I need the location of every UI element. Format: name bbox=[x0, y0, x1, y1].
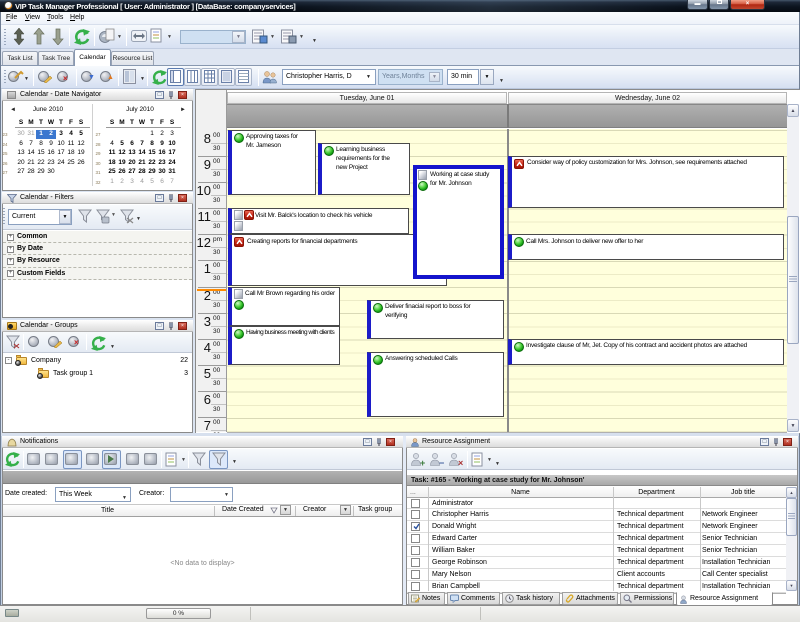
svg-text:+: + bbox=[420, 458, 425, 467]
svg-text:−: − bbox=[439, 458, 444, 467]
svg-text:×: × bbox=[458, 458, 463, 467]
